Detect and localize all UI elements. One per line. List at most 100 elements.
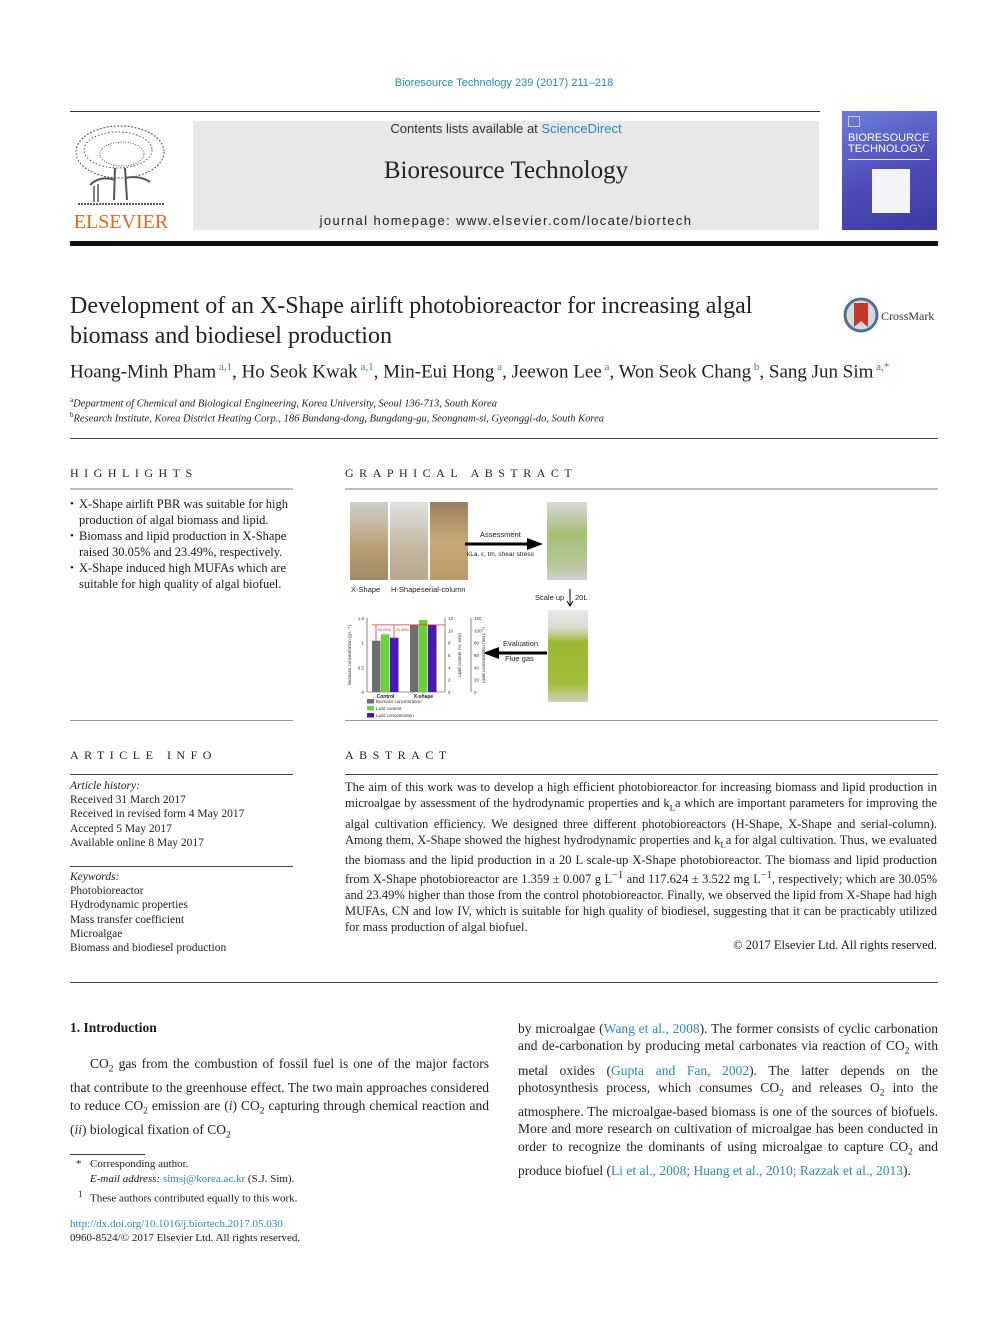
bar-lipid-concentration: [390, 637, 399, 692]
left-axis-tick-label: 0: [361, 690, 364, 695]
footnote-email: E-mail address: simsj@korea.ac.kr (S.J. …: [90, 1172, 294, 1186]
text: ) CO: [232, 1097, 260, 1113]
flue-gas-label: Flue gas: [505, 654, 534, 663]
highlights-list: X-Shape airlift PBR was suitable for hig…: [70, 496, 296, 592]
doi-link-text[interactable]: http://dx.doi.org/10.1016/j.biortech.201…: [70, 1218, 283, 1230]
author-affiliation-mark[interactable]: a: [494, 361, 502, 373]
footnote-mark: *: [76, 1158, 82, 1170]
x-shape-reactor-photo: [350, 502, 388, 580]
highlights-bottom-rule: [70, 720, 293, 721]
right-axis-tick-label: 0: [474, 690, 477, 695]
bar-lipid-concentration: [428, 624, 437, 692]
journal-homepage[interactable]: journal homepage: www.elsevier.com/locat…: [193, 213, 819, 228]
right-axis-tick-label: 40: [474, 665, 480, 670]
text: ) biological fixation of CO: [82, 1121, 226, 1137]
affiliation-text: Research Institute, Korea District Heati…: [73, 413, 605, 425]
mid-axis-tick-label: 10: [448, 628, 454, 633]
assessment-arrow-icon: [465, 538, 543, 550]
crossmark-icon: [843, 297, 879, 333]
bar-biomass-concentration: [410, 624, 419, 692]
article-info-heading: ARTICLE INFO: [70, 748, 217, 762]
affiliation-a: aDepartment of Chemical and Biological E…: [70, 396, 497, 410]
contents-prefix: Contents lists available at: [390, 121, 542, 136]
scale-up-arrow-icon: [566, 589, 574, 607]
photo-label-serial-column: serial-column: [421, 585, 466, 594]
legend-label: Lipid concentration: [376, 713, 414, 718]
right-axis-title: Lipid concentration (mg L⁻¹): [481, 627, 485, 683]
abstract-rule: [345, 774, 938, 775]
author-separator: ,: [609, 361, 619, 383]
left-axis-tick-label: 0.5: [358, 665, 365, 670]
author-name[interactable]: Sang Jun Sim: [769, 361, 874, 382]
graphical-abstract-rule: [345, 488, 938, 490]
article-title: Development of an X-Shape airlift photob…: [70, 293, 753, 349]
author-affiliation-mark[interactable]: a,1: [216, 361, 232, 373]
subscript: 2: [108, 1064, 114, 1075]
journal-title: Bioresource Technology: [383, 157, 629, 184]
author-list: Hoang-Minh Pham a,1, Ho Seok Kwak a,1, M…: [70, 361, 950, 383]
journal-citation[interactable]: Bioresource Technology 239 (2017) 211–21…: [0, 77, 992, 89]
keywords-rule: [70, 866, 293, 867]
superscript: −1: [612, 870, 624, 881]
author-name[interactable]: Min-Eui Hong: [383, 361, 494, 382]
assessment-parameters: kLa, ε, tm, shear stress: [467, 551, 534, 558]
mid-axis-tick-label: 6: [448, 653, 451, 658]
bar-lipid-content: [381, 634, 390, 692]
author-name[interactable]: Won Seok Chang: [619, 361, 752, 382]
cover-title-line-2: TECHNOLOGY: [848, 143, 926, 155]
crossmark-button[interactable]: CrossMark: [843, 297, 943, 337]
x-shape-culture-photo: [547, 502, 587, 580]
author-name[interactable]: Jeewon Lee: [512, 361, 602, 382]
bar-biomass-concentration: [372, 640, 381, 692]
highlight-item: Biomass and lipid production in X-Shape …: [70, 528, 296, 560]
keyword: Microalgae: [70, 927, 123, 940]
reference-link[interactable]: Gupta and Fan, 2002: [611, 1063, 749, 1078]
legend-swatch: [367, 699, 374, 704]
keywords: Keywords: Photobioreactor Hydrodynamic p…: [70, 870, 295, 955]
h-shape-reactor-photo: [390, 502, 428, 580]
right-axis-tick-label: 120: [474, 616, 482, 621]
left-axis-title: Biomass concentration (g L⁻¹): [347, 625, 352, 685]
author-affiliation-mark[interactable]: a,1: [358, 361, 373, 373]
right-axis-tick-label: 20: [474, 678, 480, 683]
increase-annotation: 23.49%: [396, 627, 410, 632]
reference-link[interactable]: Li et al., 2008; Huang et al., 2010; Raz…: [611, 1163, 903, 1178]
subscript: 2: [226, 1130, 231, 1141]
author-affiliation-mark[interactable]: a,*: [873, 361, 889, 373]
author-name[interactable]: Ho Seok Kwak: [242, 361, 358, 382]
doi-link[interactable]: http://dx.doi.org/10.1016/j.biortech.201…: [70, 1217, 283, 1231]
legend-swatch: [367, 706, 374, 711]
cover-title: BIORESOURCE TECHNOLOGY: [848, 133, 929, 155]
history-revised: Received in revised form 4 May 2017: [70, 808, 245, 821]
email-link[interactable]: simsj@korea.ac.kr: [163, 1173, 245, 1185]
journal-banner: Contents lists available at ScienceDirec…: [193, 121, 819, 230]
mid-axis-tick-label: 4: [448, 665, 451, 670]
photo-label-h-shape: H-Shape: [391, 585, 421, 594]
scaled-up-reactor-photo: [548, 610, 588, 702]
cover-rule: [848, 159, 930, 160]
mid-axis-title: Lipid content (%, w/w): [457, 632, 462, 677]
front-matter-rule: [70, 982, 938, 983]
graphical-abstract-figure[interactable]: X-Shape H-Shape serial-column Assessment…: [345, 500, 595, 720]
footnote-text: Corresponding author.: [90, 1158, 189, 1170]
email-suffix: (S.J. Sim).: [247, 1173, 295, 1185]
keyword: Mass transfer coefficient: [70, 913, 185, 926]
highlight-item: X-Shape airlift PBR was suitable for hig…: [70, 496, 296, 528]
graphical-abstract-bottom-rule: [345, 720, 938, 721]
author-name[interactable]: Hoang-Minh Pham: [70, 361, 216, 382]
abstract-heading: ABSTRACT: [345, 748, 452, 762]
crossmark-label: CrossMark: [881, 309, 935, 323]
journal-cover-image[interactable]: BIORESOURCE TECHNOLOGY: [842, 111, 937, 230]
elsevier-logo[interactable]: ELSEVIER: [70, 120, 172, 233]
text: ii: [74, 1121, 83, 1137]
text: ).: [903, 1162, 911, 1178]
affiliation-text: Department of Chemical and Biological En…: [73, 398, 497, 410]
abstract-text: The aim of this work was to develop a hi…: [345, 779, 937, 935]
history-received: Received 31 March 2017: [70, 794, 186, 807]
serial-column-reactor-photo: [430, 502, 468, 580]
biomass-lipid-bar-chart: 00.511.5024681012020406080100120Biomass …: [347, 616, 485, 718]
sciencedirect-link[interactable]: ScienceDirect: [541, 121, 621, 136]
mid-axis-tick-label: 0: [448, 690, 451, 695]
reference-link[interactable]: Wang et al., 2008: [604, 1021, 700, 1036]
text: emission are (: [147, 1097, 229, 1113]
